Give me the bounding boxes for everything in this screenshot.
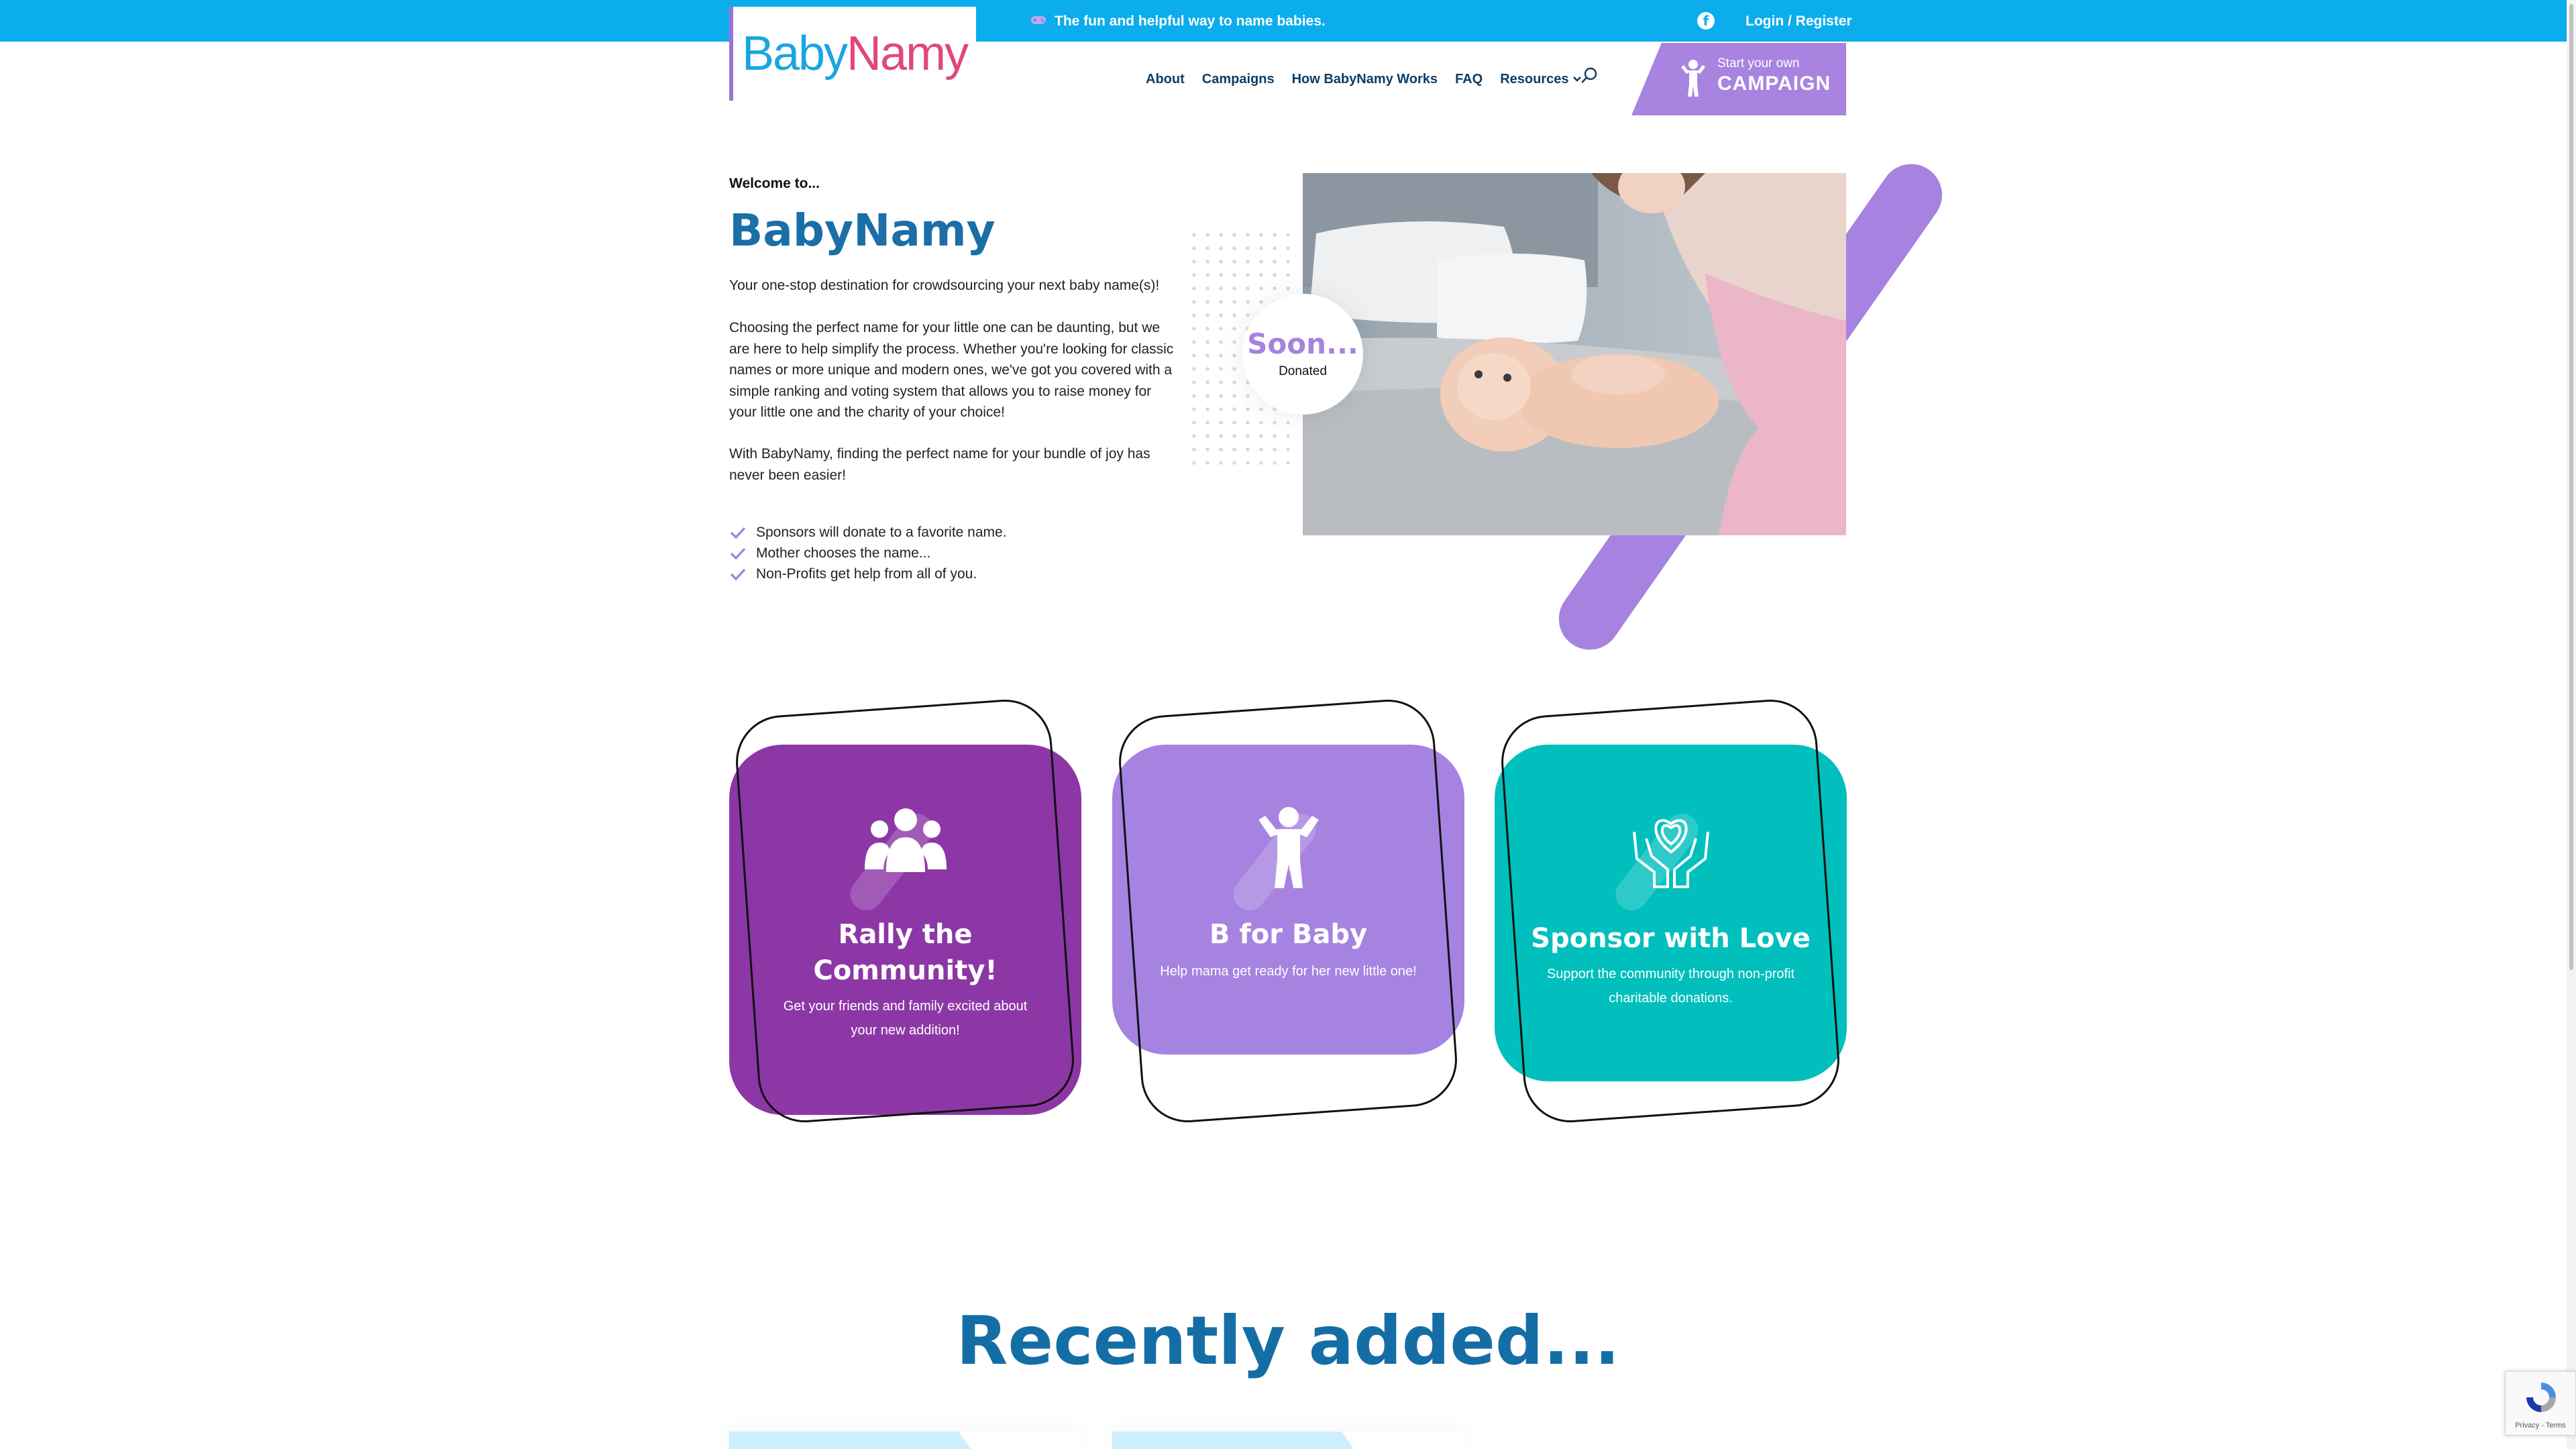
- nav-faq[interactable]: FAQ: [1455, 70, 1483, 89]
- recent-campaign-card[interactable]: [1112, 1432, 1464, 1449]
- facebook-icon[interactable]: f: [1697, 12, 1715, 30]
- card-title: Sponsor with Love: [1531, 923, 1811, 954]
- logo-part-baby: Baby: [741, 27, 848, 80]
- gamepad-icon: [1030, 13, 1046, 30]
- hero-closing: With BabyNamy, finding the perfect name …: [729, 446, 1150, 483]
- checklist-item: Mother chooses the name...: [729, 543, 1007, 564]
- feature-card-community: Rally the Community! Get your friends an…: [729, 696, 1081, 1126]
- check-icon: [730, 527, 746, 539]
- recaptcha-badge[interactable]: Privacy - Terms: [2505, 1371, 2576, 1436]
- child-icon: [1681, 60, 1705, 97]
- check-icon: [730, 568, 746, 580]
- hero-welcome: Welcome to...: [729, 176, 820, 191]
- heart-hands-icon: [1609, 792, 1728, 917]
- checklist-text: Non-Profits get help from all of you.: [756, 566, 977, 582]
- card-outline-decor: [1498, 696, 1843, 1126]
- nav-how-it-works[interactable]: How BabyNamy Works: [1292, 70, 1438, 89]
- campaign-big-label: CAMPAIGN: [1717, 72, 1831, 95]
- donation-badge-value: Soon...: [1247, 327, 1358, 360]
- hero-description: Choosing the perfect name for your littl…: [729, 320, 1174, 420]
- card-outline-decor: [1116, 696, 1460, 1126]
- tagline: The fun and helpful way to name babies.: [1030, 12, 1326, 31]
- checklist-item: Non-Profits get help from all of you.: [729, 564, 1007, 584]
- nav-resources[interactable]: Resources: [1500, 70, 1582, 89]
- community-icon: [843, 792, 963, 917]
- checklist-text: Sponsors will donate to a favorite name.: [756, 524, 1007, 540]
- top-bar: The fun and helpful way to name babies. …: [0, 0, 2576, 42]
- login-register-link[interactable]: Login / Register: [1746, 12, 1852, 31]
- logo-part-namy: Namy: [847, 27, 969, 80]
- main-nav: About Campaigns How BabyNamy Works FAQ R…: [1146, 67, 1599, 89]
- check-icon: [730, 547, 746, 559]
- hero-title: BabyNamy: [729, 205, 996, 256]
- card-text: Get your friends and family excited abou…: [783, 999, 1028, 1038]
- hero-photo-baby: [1303, 173, 1846, 535]
- recently-added-heading: Recently added...: [956, 1301, 1620, 1380]
- checklist-item: Sponsors will donate to a favorite name.: [729, 522, 1007, 543]
- scrollbar-thumb[interactable]: [2569, 4, 2573, 970]
- card-outline-decor: [733, 696, 1077, 1126]
- search-icon[interactable]: [1579, 66, 1599, 86]
- card-text: Support the community through non-profit…: [1546, 967, 1795, 1006]
- donation-badge: Soon... Donated: [1242, 294, 1363, 415]
- feature-checklist: Sponsors will donate to a favorite name.…: [729, 522, 1007, 584]
- card-text: Help mama get ready for her new little o…: [1160, 964, 1417, 979]
- start-campaign-button[interactable]: Start your own CAMPAIGN: [1631, 43, 1846, 115]
- campaign-small-label: Start your own: [1717, 56, 1800, 70]
- feature-card-sponsor: Sponsor with Love Support the community …: [1495, 696, 1847, 1126]
- baby-icon: [1226, 792, 1346, 917]
- card-title: Rally the Community!: [813, 919, 998, 986]
- tagline-text: The fun and helpful way to name babies.: [1055, 13, 1326, 29]
- feature-card-baby: B for Baby Help mama get ready for her n…: [1112, 696, 1464, 1126]
- card-title: B for Baby: [1209, 919, 1368, 950]
- checklist-text: Mother chooses the name...: [756, 545, 931, 561]
- recaptcha-links[interactable]: Privacy - Terms: [2506, 1421, 2575, 1430]
- hero-intro: Your one-stop destination for crowdsourc…: [729, 278, 1160, 293]
- nav-about[interactable]: About: [1146, 70, 1185, 89]
- nav-resources-label: Resources: [1500, 72, 1569, 87]
- site-logo[interactable]: Baby Namy: [729, 7, 976, 101]
- donation-badge-label: Donated: [1279, 364, 1327, 378]
- recent-campaign-card[interactable]: [729, 1432, 1081, 1449]
- nav-campaigns[interactable]: Campaigns: [1202, 70, 1275, 89]
- recaptcha-icon: [2526, 1383, 2556, 1412]
